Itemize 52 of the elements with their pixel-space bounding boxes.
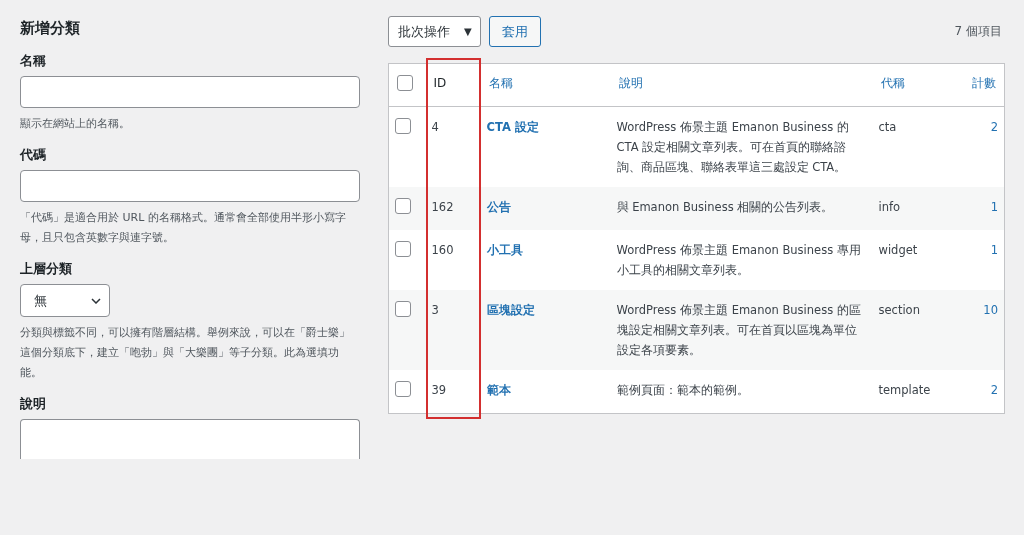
column-header[interactable]: 名稱: [488, 76, 513, 90]
input-field[interactable]: [20, 170, 360, 202]
row-checkbox[interactable]: [395, 198, 411, 214]
id-cell-text: 160: [431, 242, 454, 259]
description-cell-text: WordPress 佈景主題 Emanon Business 的區塊設定相關文章列表。可在首頁以區塊為單位設定各項要素。: [616, 302, 862, 359]
slug-cell-text: info: [878, 199, 901, 216]
description-cell-text: 範例頁面：範本的範例。: [616, 382, 749, 399]
row-checkbox[interactable]: [395, 241, 411, 257]
input-field[interactable]: [20, 76, 360, 108]
column-header[interactable]: 計數: [972, 76, 996, 90]
count-link[interactable]: 2: [990, 120, 998, 134]
category-name-link[interactable]: 公告: [486, 200, 511, 214]
parent-select[interactable]: 無: [20, 284, 110, 317]
description-cell-text: WordPress 佈景主題 Emanon Business 專用小工具的相關文章列表。: [616, 242, 862, 279]
slug-cell-text: cta: [878, 119, 897, 136]
help-text: 「代碼」是適合用於 URL 的名稱格式。通常會全部使用半形小寫字母，且只包含英數字與連字號。: [20, 210, 347, 246]
category-name-link[interactable]: 範本: [486, 383, 511, 397]
row-checkbox[interactable]: [395, 301, 411, 317]
description-cell-text: WordPress 佈景主題 Emanon Business 的 CTA 設定相關文章列表。可在首頁的聯絡諮詢、商品區塊、聯絡表單這三處設定 CTA。: [616, 119, 850, 176]
count-link[interactable]: 1: [990, 200, 998, 214]
field-label: 上層分類: [20, 260, 73, 278]
help-text: 分類與標籤不同，可以擁有階層結構。舉例來說，可以在「爵士樂」這個分類底下，建立「咆勃」與「大樂團」等子分類。此為選填功能。: [20, 325, 351, 381]
count-link[interactable]: 1: [990, 243, 998, 257]
column-header[interactable]: 說明: [618, 76, 643, 90]
category-name-link[interactable]: CTA 設定: [486, 120, 539, 134]
row-checkbox[interactable]: [395, 381, 411, 397]
description-cell-text: 與 Emanon Business 相關的公告列表。: [616, 199, 834, 216]
category-name-link[interactable]: 小工具: [486, 243, 523, 257]
count-link[interactable]: 10: [983, 303, 998, 317]
id-cell-text: 3: [431, 302, 439, 319]
row-checkbox[interactable]: [395, 118, 411, 134]
chevron-icon: [91, 297, 101, 304]
category-name-link[interactable]: 區塊設定: [486, 303, 535, 317]
slug-cell-text: widget: [878, 242, 918, 259]
column-header[interactable]: ID: [433, 76, 447, 90]
help-text: 顯示在網站上的名稱。: [20, 116, 131, 132]
field-label: 說明: [20, 395, 47, 413]
id-cell-text: 39: [431, 382, 447, 399]
form-title: 新增分類: [20, 18, 81, 39]
item-count: 7 個項目: [954, 23, 1003, 40]
slug-cell-text: template: [878, 382, 931, 399]
count-link[interactable]: 2: [990, 383, 998, 397]
column-header[interactable]: 代稱: [880, 76, 905, 90]
textarea-field[interactable]: [20, 419, 360, 459]
field-label: 名稱: [20, 52, 47, 70]
field-label: 代碼: [20, 146, 47, 164]
bulk-action-select[interactable]: 批次操作 ▼: [388, 16, 481, 47]
id-cell-text: 4: [431, 119, 439, 136]
select-all-checkbox[interactable]: [397, 75, 413, 91]
slug-cell-text: section: [878, 302, 920, 319]
apply-button[interactable]: 套用: [488, 16, 541, 47]
id-cell-text: 162: [431, 199, 454, 216]
